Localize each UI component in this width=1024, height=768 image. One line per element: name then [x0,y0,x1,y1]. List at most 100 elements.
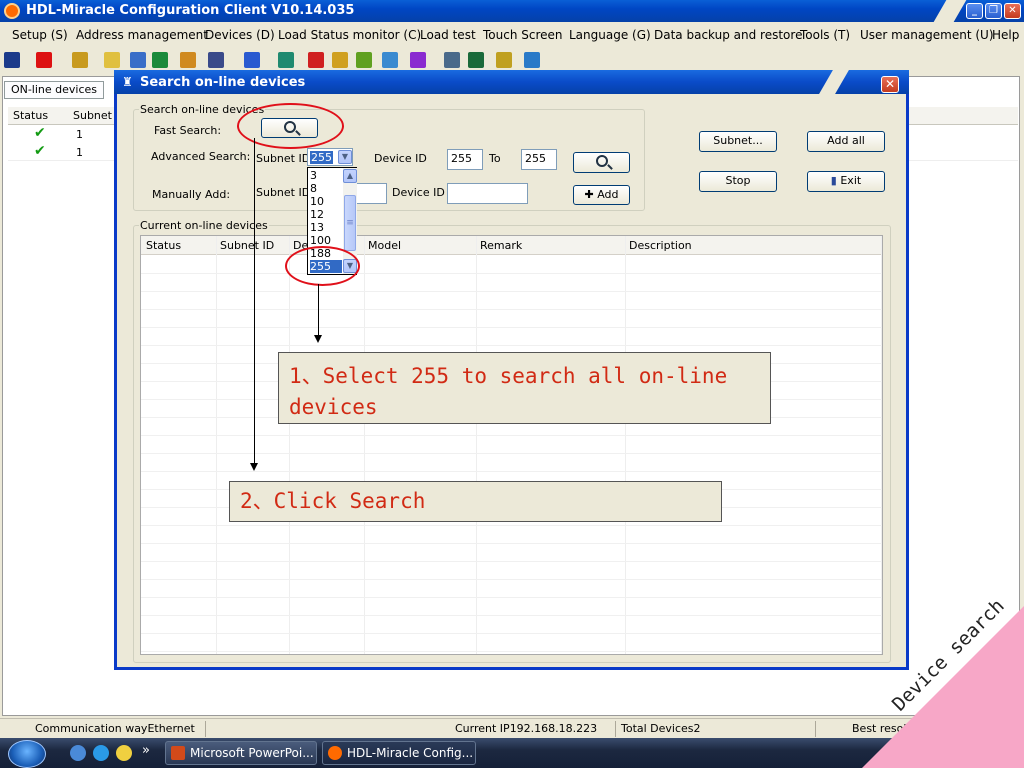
column-status[interactable]: Status [146,239,181,252]
row-subnet-value: 1 [76,146,83,159]
subnet-button[interactable]: Subnet... [699,131,777,152]
menu-user-management[interactable]: User management (U) [860,28,994,42]
dropdown-option[interactable]: 10 [310,195,342,208]
menu-tools[interactable]: Tools (T) [800,28,850,42]
column-separator [476,236,477,654]
column-separator [216,236,217,654]
chart-icon[interactable] [356,52,372,68]
qq-penguin-icon[interactable] [116,745,132,761]
dialog-close-button[interactable]: ✕ [881,76,899,93]
minimize-button[interactable]: _ [966,3,983,19]
dropdown-option[interactable]: 13 [310,221,342,234]
dropdown-option[interactable]: 3 [310,169,342,182]
exit-button[interactable]: ▮ Exit [807,171,885,192]
menu-touch-screen[interactable]: Touch Screen [483,28,563,42]
settings-icon[interactable] [468,52,484,68]
add-button[interactable]: ✚ Add [573,185,630,205]
grid-row-line [141,615,882,616]
grid-row-line [141,327,882,328]
chevron-down-icon[interactable]: ▼ [338,150,352,164]
grid-row-line [141,525,882,526]
user-icon[interactable] [130,52,146,68]
add-all-button[interactable]: Add all [807,131,885,152]
network-icon[interactable] [278,52,294,68]
dropdown-option[interactable]: 100 [310,234,342,247]
refresh-icon[interactable] [308,52,324,68]
column-model[interactable]: Model [368,239,401,252]
menu-language[interactable]: Language (G) [569,28,651,42]
chevron-up-icon[interactable]: ▲ [343,169,357,183]
start-button[interactable] [8,740,46,768]
tab-online-devices[interactable]: ON-line devices [4,81,104,99]
dropdown-option[interactable]: 12 [310,208,342,221]
advanced-search-button[interactable] [573,152,630,173]
status-ok-icon: ✔ [34,125,46,141]
grid-row-line [141,579,882,580]
column-remark[interactable]: Remark [480,239,522,252]
tool-icon[interactable] [444,52,460,68]
stop-button[interactable]: Stop [699,171,777,192]
menu-load-test[interactable]: Load test [420,28,476,42]
window-icon[interactable] [208,52,224,68]
column-status[interactable]: Status [13,109,48,122]
app-logo-icon [328,746,342,760]
manual-subnet-id-input[interactable] [353,183,387,204]
add-button-label: Add [597,188,619,201]
folders-icon[interactable] [332,52,348,68]
menu-help[interactable]: Help ( [992,28,1024,42]
task-hdl-label: HDL-Miracle Config... [347,746,474,760]
grid-row-line [141,273,882,274]
menu-devices[interactable]: Devices (D) [205,28,275,42]
column-description[interactable]: Description [629,239,692,252]
column-separator [625,236,626,654]
window-title: HDL-Miracle Configuration Client V10.14.… [26,3,355,18]
column-separator [364,236,365,654]
delete-x-icon[interactable] [36,52,52,68]
exit-door-icon: ▮ [830,174,841,187]
device-id-label: Device ID [374,152,427,165]
binoculars-icon[interactable] [4,52,20,68]
clock-icon[interactable] [244,52,260,68]
dialog-title: Search on-line devices [140,75,306,90]
titlebar-notch [819,70,849,94]
status-current-ip: Current IP192.168.18.223 [455,722,598,735]
column-subnet-id[interactable]: Subnet ID [220,239,274,252]
menu-setup[interactable]: Setup (S) [12,28,68,42]
monitor-icon[interactable] [382,52,398,68]
advanced-search-label: Advanced Search: [151,150,251,163]
status-divider [815,721,816,737]
grid-row-line [141,597,882,598]
row-subnet-value: 1 [76,128,83,141]
manual-device-id-label: Device ID [392,186,445,199]
pencil-icon[interactable] [496,52,512,68]
scroll-thumb[interactable]: ≡ [344,195,356,251]
menu-load-status-monitor[interactable]: Load Status monitor (C) [278,28,421,42]
restore-button[interactable]: ❐ [985,3,1002,19]
menu-address-management[interactable]: Address management [76,28,208,42]
close-window-button[interactable]: ✕ [1004,3,1021,19]
menu-data-backup[interactable]: Data backup and restore [654,28,802,42]
tree-icon[interactable] [152,52,168,68]
subnet-id-select[interactable]: 255 ▼ [307,148,353,166]
arrow-line [318,284,319,336]
device-id-to-input[interactable]: 255 [521,149,557,170]
current-devices-list[interactable]: Status Subnet ID De Model Remark Descrip… [140,235,883,655]
manual-device-id-input[interactable] [447,183,528,204]
column-subnet[interactable]: Subnet I [73,109,119,122]
device-id-from-input[interactable]: 255 [447,149,483,170]
quicklaunch-icon[interactable] [70,745,86,761]
purple-panel-icon[interactable] [410,52,426,68]
taskbar-more[interactable]: » [142,743,150,758]
task-hdl-miracle[interactable]: HDL-Miracle Config... [322,741,476,765]
grid-icon[interactable] [72,52,88,68]
image-icon[interactable] [180,52,196,68]
task-powerpoint[interactable]: Microsoft PowerPoi... [165,741,317,765]
current-devices-label: Current on-line devices [139,219,269,232]
manual-subnet-id-label: Subnet ID [256,186,311,199]
arrowhead [314,335,322,343]
dropdown-option[interactable]: 8 [310,182,342,195]
internet-explorer-icon[interactable] [93,745,109,761]
bulb-icon[interactable] [104,52,120,68]
grid-row-line [141,651,882,652]
picture-icon[interactable] [524,52,540,68]
